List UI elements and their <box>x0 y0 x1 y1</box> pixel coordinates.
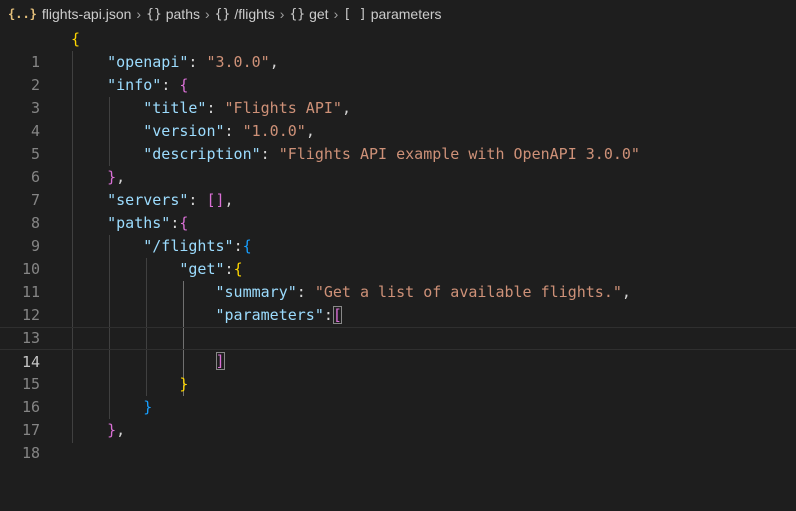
code-line: 2 "openapi": "3.0.0", <box>0 51 796 94</box>
code-text: "parameters":[ <box>215 306 342 324</box>
code-text: }, <box>107 421 126 439</box>
code-line: 18 }, <box>0 419 796 462</box>
matched-bracket: ] <box>215 352 225 370</box>
json-key: "summary" <box>215 283 297 301</box>
code-line: 3 "info": { <box>0 74 796 117</box>
code-text: "version": "1.0.0", <box>143 122 315 140</box>
code-line: 13 "parameters":[ <box>0 304 796 347</box>
code-text: "openapi": "3.0.0", <box>107 53 279 71</box>
object-icon: {} <box>146 6 162 22</box>
code-line: 10 "/flights":{ <box>0 235 796 278</box>
code-text: "paths":{ <box>107 214 189 232</box>
code-editor[interactable]: 1 { 2 "openapi": "3.0.0", 3 "info": { 4 … <box>0 28 796 462</box>
code-line: 8 "servers": [], <box>0 189 796 232</box>
code-line: 17 } <box>0 396 796 439</box>
chevron-right-icon: › <box>204 6 210 22</box>
code-line: 11 "get":{ <box>0 258 796 301</box>
code-text: "info": { <box>107 76 189 94</box>
code-line: 5 "version": "1.0.0", <box>0 120 796 163</box>
json-key: "version" <box>143 122 225 140</box>
code-text: "description": "Flights API example with… <box>143 145 640 163</box>
json-key: "servers" <box>107 191 189 209</box>
json-key: "title" <box>143 99 207 117</box>
code-text: "/flights":{ <box>143 237 252 255</box>
breadcrumb-item-get[interactable]: {} get <box>289 6 328 22</box>
code-text: { <box>71 30 81 48</box>
breadcrumb-item-label: parameters <box>370 6 442 22</box>
json-key: "openapi" <box>107 53 189 71</box>
json-key: "paths" <box>107 214 171 232</box>
json-string: "Flights API" <box>224 99 342 117</box>
code-line: 16 } <box>0 373 796 416</box>
code-line: 1 { <box>0 28 796 71</box>
code-line: 4 "title": "Flights API", <box>0 97 796 140</box>
breadcrumb-item-flights[interactable]: {} /flights <box>215 6 275 22</box>
breadcrumb-item-label: /flights <box>234 6 275 22</box>
json-key: "info" <box>107 76 162 94</box>
object-icon: {} <box>214 6 231 22</box>
json-string: "Flights API example with OpenAPI 3.0.0" <box>278 145 640 163</box>
breadcrumb-item-label: get <box>309 6 329 22</box>
json-key: "description" <box>143 145 261 163</box>
json-key: "/flights" <box>143 237 234 255</box>
code-line: 7 }, <box>0 166 796 209</box>
breadcrumb-file[interactable]: {..} flights-api.json <box>8 6 131 22</box>
breadcrumb-item-parameters[interactable]: [ ] parameters <box>343 6 441 22</box>
breadcrumb-file-label: flights-api.json <box>41 6 132 22</box>
code-line: 6 "description": "Flights API example wi… <box>0 143 796 186</box>
code-text: } <box>179 375 189 393</box>
json-key: "parameters" <box>215 306 324 324</box>
json-key: "get" <box>179 260 225 278</box>
object-icon: {} <box>289 6 306 22</box>
array-icon: [ ] <box>343 6 367 22</box>
code-text: "summary": "Get a list of available flig… <box>215 283 631 301</box>
json-string: "Get a list of available flights." <box>314 283 622 301</box>
json-string: "1.0.0" <box>242 122 306 140</box>
code-text: }, <box>107 168 126 186</box>
chevron-right-icon: › <box>279 6 285 22</box>
code-text: "get":{ <box>179 260 243 278</box>
line-number: 18 <box>21 444 40 462</box>
breadcrumb-item-label: paths <box>165 6 200 22</box>
matched-bracket: [ <box>332 306 342 324</box>
code-line-current[interactable]: 14 <box>0 327 796 371</box>
json-string: "3.0.0" <box>206 53 270 71</box>
code-text: "title": "Flights API", <box>143 99 351 117</box>
code-line: 12 "summary": "Get a list of available f… <box>0 281 796 324</box>
breadcrumb: {..} flights-api.json › {} paths › {} /f… <box>0 0 796 28</box>
code-text: ] <box>71 350 225 373</box>
chevron-right-icon: › <box>333 6 339 22</box>
code-line: 9 "paths":{ <box>0 212 796 255</box>
code-line: 15 ] <box>0 350 796 393</box>
chevron-right-icon: › <box>136 6 142 22</box>
code-text: } <box>143 398 153 416</box>
code-text: "servers": [], <box>107 191 234 209</box>
json-file-icon: {..} <box>8 7 37 21</box>
breadcrumb-item-paths[interactable]: {} paths <box>146 6 200 22</box>
